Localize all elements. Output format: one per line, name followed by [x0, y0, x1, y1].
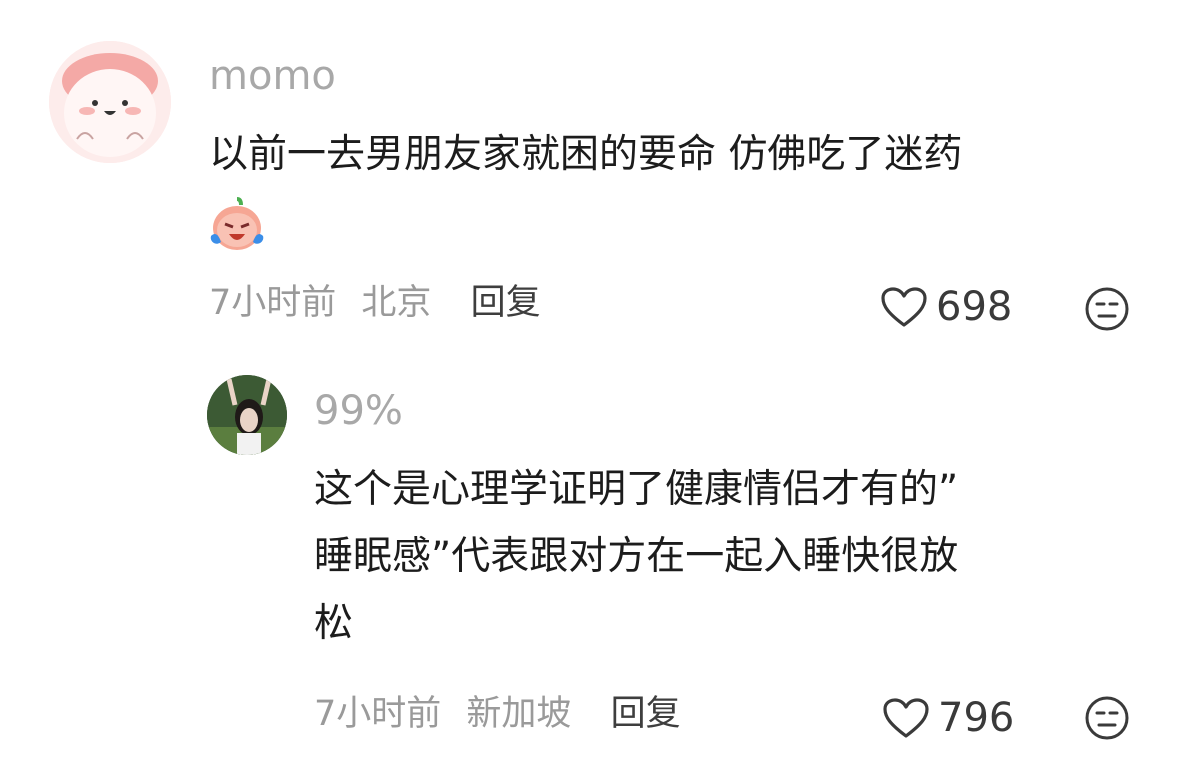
- bunny-avatar-illustration: [49, 41, 171, 163]
- reply-like-button[interactable]: 796: [882, 697, 1014, 739]
- comment-like-count: 698: [936, 284, 1013, 330]
- reply-like-count: 796: [938, 695, 1015, 741]
- heart-outline-icon: [883, 698, 929, 738]
- comment-meta: 7小时前 北京 回复: [209, 286, 541, 321]
- reply-reply-button[interactable]: 回复: [611, 694, 681, 734]
- reply-meta: 7小时前 新加坡 回复: [314, 697, 681, 732]
- replier-username[interactable]: 99%: [314, 391, 403, 431]
- comment-location: 北京: [361, 283, 432, 323]
- commenter-username[interactable]: momo: [209, 56, 336, 96]
- commenter-avatar[interactable]: [49, 41, 171, 163]
- neutral-face-icon[interactable]: [1084, 286, 1130, 336]
- comment-reply-button[interactable]: 回复: [471, 283, 541, 323]
- reply-location: 新加坡: [466, 694, 572, 734]
- reply-text-line: 这个是心理学证明了健康情侣才有的”: [314, 467, 959, 512]
- crying-laughing-sticker-icon: [205, 196, 269, 254]
- reply-text-line: 睡眠感”代表跟对方在一起入睡快很放: [314, 534, 959, 579]
- comment-text-line: 以前一去男朋友家就困的要命 仿佛吃了迷药: [209, 132, 963, 177]
- reply-time: 7小时前: [314, 694, 442, 734]
- girl-photo-avatar: [207, 375, 287, 455]
- comment-time: 7小时前: [209, 283, 337, 323]
- replier-avatar[interactable]: [207, 375, 287, 455]
- comment-like-button[interactable]: 698: [880, 286, 1012, 328]
- heart-outline-icon: [881, 287, 927, 327]
- comment-text: 以前一去男朋友家就困的要命 仿佛吃了迷药: [209, 126, 962, 184]
- neutral-face-icon[interactable]: [1084, 695, 1130, 745]
- reply-text: 这个是心理学证明了健康情侣才有的” 睡眠感”代表跟对方在一起入睡快很放 松: [314, 461, 958, 653]
- reply-text-line: 松: [314, 601, 354, 646]
